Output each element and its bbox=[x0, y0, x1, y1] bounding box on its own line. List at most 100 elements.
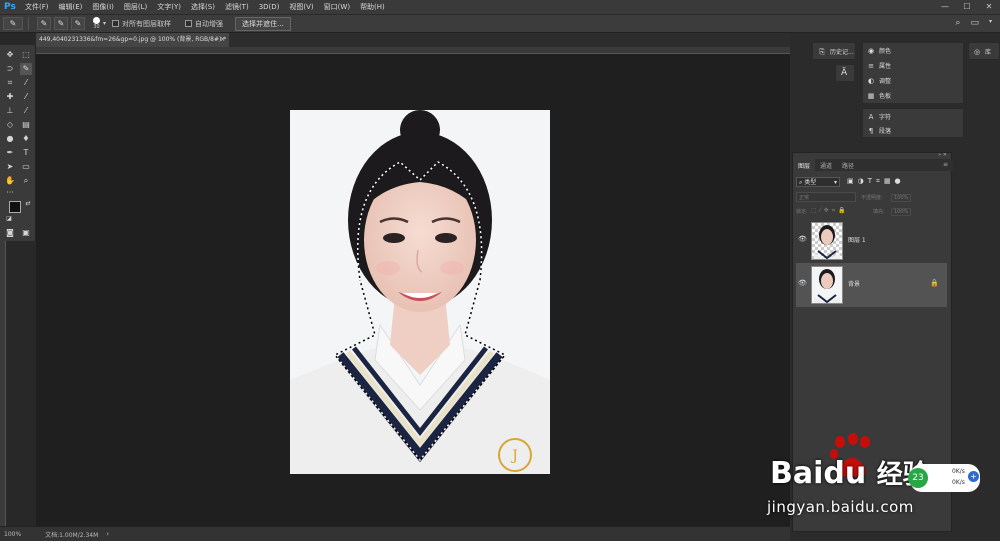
close-window-button[interactable]: ✕ bbox=[978, 0, 1000, 14]
layer-name[interactable]: 背景 bbox=[848, 279, 860, 288]
crop-tool-icon[interactable]: ⌗ bbox=[4, 77, 16, 89]
menu-3d[interactable]: 3D(D) bbox=[259, 3, 280, 11]
path-selection-tool-icon[interactable]: ➤ bbox=[4, 161, 16, 173]
pen-tool-icon[interactable]: ✒ bbox=[4, 147, 16, 159]
character-styles-button[interactable]: Ä bbox=[835, 64, 855, 82]
subtract-from-selection-icon[interactable]: ✎ bbox=[71, 17, 85, 30]
auto-enhance-checkbox[interactable] bbox=[185, 20, 193, 27]
history-panel-button[interactable]: ⎘ 历史记... bbox=[812, 42, 856, 60]
maximize-button[interactable]: ☐ bbox=[956, 0, 978, 14]
tab-channels[interactable]: 通道 bbox=[815, 159, 837, 171]
network-speed-widget[interactable]: 23 0K/s 0K/s + bbox=[908, 464, 980, 492]
zoom-level[interactable]: 100% bbox=[4, 531, 21, 538]
add-icon[interactable]: + bbox=[968, 471, 979, 482]
paragraph-panel-button[interactable]: ¶ 段落 bbox=[867, 126, 892, 136]
menu-type[interactable]: 文字(Y) bbox=[157, 2, 181, 12]
lock-icon[interactable]: 🔒 bbox=[930, 279, 939, 287]
panel-menu-icon[interactable]: ≡ bbox=[938, 159, 953, 171]
screen-mode-icon[interactable]: ▣ bbox=[20, 227, 32, 239]
close-tab-icon[interactable]: × bbox=[220, 33, 225, 47]
panel-collapse-icon[interactable]: » ✕ bbox=[938, 152, 947, 158]
properties-panel-button[interactable]: ≡ 属性 bbox=[867, 61, 891, 71]
marquee-tool-icon[interactable]: ⬚ bbox=[20, 49, 32, 61]
tab-layers[interactable]: 图层 bbox=[793, 159, 816, 171]
history-brush-tool-icon[interactable]: ⁄ bbox=[20, 105, 32, 117]
menu-view[interactable]: 视图(V) bbox=[289, 2, 313, 12]
hand-tool-icon[interactable]: ✋ bbox=[4, 175, 16, 187]
move-tool-icon[interactable]: ✥ bbox=[4, 49, 16, 61]
healing-brush-tool-icon[interactable]: ✚ bbox=[4, 91, 16, 103]
brush-tool-icon[interactable]: ⁄ bbox=[20, 91, 32, 103]
quick-selection-tool-icon[interactable]: ✎ bbox=[20, 63, 32, 75]
quick-mask-icon[interactable]: ◙ bbox=[4, 227, 16, 239]
zoom-tool-icon[interactable]: ⌕ bbox=[20, 175, 32, 187]
libraries-label: 库 bbox=[985, 49, 992, 56]
opacity-input[interactable]: 100% bbox=[891, 194, 912, 202]
minimize-button[interactable]: — bbox=[934, 0, 956, 14]
search-icon: ⌕ bbox=[799, 179, 803, 186]
menu-layer[interactable]: 图层(L) bbox=[124, 2, 147, 12]
quick-selection-preset-icon[interactable]: ✎ bbox=[3, 17, 23, 30]
default-colors-icon[interactable]: ◪ bbox=[3, 213, 15, 225]
layer-filter-icons[interactable]: ▣◑T⌗▦● bbox=[847, 177, 905, 186]
eye-icon[interactable]: 👁 bbox=[798, 235, 807, 243]
eraser-tool-icon[interactable]: ◇ bbox=[4, 119, 16, 131]
foreground-color-swatch[interactable] bbox=[9, 201, 21, 213]
chevron-down-icon[interactable]: ▾ bbox=[103, 20, 106, 27]
sample-all-layers-checkbox[interactable] bbox=[112, 20, 120, 27]
menu-image[interactable]: 图像(I) bbox=[92, 2, 114, 12]
eyedropper-tool-icon[interactable]: ⁄ bbox=[20, 77, 32, 89]
workspace-icon[interactable]: ▭ bbox=[970, 18, 979, 28]
new-selection-icon[interactable]: ✎ bbox=[37, 17, 51, 30]
adjustments-panel-button[interactable]: ◐ 调整 bbox=[867, 76, 891, 86]
document-tab-bar: 449,4040231336&fm=26&gp=0.jpg @ 100% (背景… bbox=[36, 33, 790, 47]
menu-filter[interactable]: 滤镜(T) bbox=[225, 2, 249, 12]
blend-mode-select[interactable]: 正常 bbox=[796, 192, 856, 202]
blur-tool-icon[interactable]: ● bbox=[4, 133, 16, 145]
history-icon: ⎘ bbox=[819, 47, 825, 56]
swatches-panel-button[interactable]: ▦ 色板 bbox=[867, 91, 892, 101]
layer-row-selected[interactable]: 👁 背景 🔒 bbox=[796, 263, 947, 307]
clone-stamp-tool-icon[interactable]: ⊥ bbox=[4, 105, 16, 117]
tab-paths[interactable]: 路径 bbox=[837, 159, 859, 171]
document-tab[interactable]: 449,4040231336&fm=26&gp=0.jpg @ 100% (背景… bbox=[36, 33, 229, 47]
filter-kind-select[interactable]: ⌕ 类型 ▾ bbox=[796, 177, 840, 187]
menu-edit[interactable]: 编辑(E) bbox=[59, 2, 83, 12]
color-panel-button[interactable]: ◉ 颜色 bbox=[867, 46, 891, 56]
layer-row[interactable]: 👁 图层 1 bbox=[796, 219, 947, 263]
lasso-tool-icon[interactable]: ⊃ bbox=[4, 63, 16, 75]
horizontal-ruler[interactable] bbox=[36, 47, 790, 54]
divider bbox=[28, 17, 29, 30]
layer-name[interactable]: 图层 1 bbox=[848, 235, 866, 244]
properties-icon: ≡ bbox=[868, 61, 874, 70]
menu-select[interactable]: 选择(S) bbox=[191, 2, 215, 12]
more-tools-icon[interactable]: ··· bbox=[4, 187, 16, 199]
paragraph-label: 段落 bbox=[879, 128, 892, 135]
auto-enhance-label: 自动增强 bbox=[195, 19, 224, 28]
swatches-icon: ▦ bbox=[867, 91, 875, 100]
swatches-label: 色板 bbox=[879, 93, 892, 100]
search-icon[interactable]: ⌕ bbox=[955, 18, 960, 28]
brush-size-picker[interactable]: 30 bbox=[93, 17, 100, 30]
character-panel-button[interactable]: A 字符 bbox=[867, 112, 892, 122]
document-image[interactable]: J bbox=[290, 110, 550, 474]
chevron-right-icon[interactable]: › bbox=[106, 530, 109, 538]
libraries-panel-button[interactable]: ◎ 库 bbox=[968, 42, 1000, 60]
swap-colors-icon[interactable]: ⇄ bbox=[22, 198, 34, 210]
menu-file[interactable]: 文件(F) bbox=[25, 2, 49, 12]
type-tool-icon[interactable]: T bbox=[20, 147, 32, 159]
chevron-down-icon[interactable]: ▾ bbox=[989, 18, 992, 28]
fill-label: 填充: bbox=[873, 209, 885, 215]
select-and-mask-button[interactable]: 选择并遮住... bbox=[235, 16, 291, 31]
gradient-tool-icon[interactable]: ▤ bbox=[20, 119, 32, 131]
menu-window[interactable]: 窗口(W) bbox=[324, 2, 350, 12]
fill-input[interactable]: 100% bbox=[891, 208, 912, 216]
character-label: 字符 bbox=[879, 114, 892, 121]
dodge-tool-icon[interactable]: ♦ bbox=[20, 133, 32, 145]
rectangle-tool-icon[interactable]: ▭ bbox=[20, 161, 32, 173]
speed-badge: 23 bbox=[908, 468, 928, 488]
menu-help[interactable]: 帮助(H) bbox=[360, 2, 385, 12]
lock-icons[interactable]: ⬚⁄✥⌗🔒 bbox=[811, 207, 849, 215]
eye-icon[interactable]: 👁 bbox=[798, 279, 807, 287]
add-to-selection-icon[interactable]: ✎ bbox=[54, 17, 68, 30]
